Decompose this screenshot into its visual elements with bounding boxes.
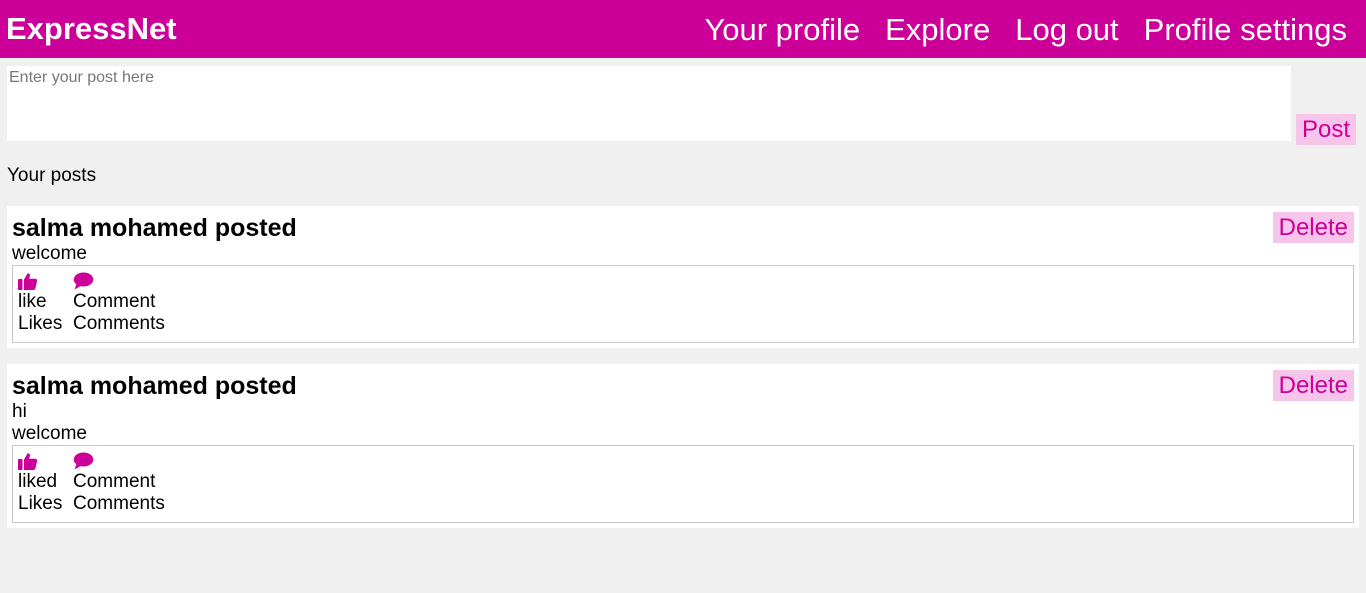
comment-action[interactable]: Comment Comments — [73, 452, 165, 515]
post-body: hi welcome — [12, 401, 87, 445]
post-card: salma mohamed posted Delete hi welcome l… — [7, 364, 1359, 528]
brand-logo-link[interactable]: ExpressNet — [6, 10, 177, 48]
comment-label: Comment — [73, 291, 156, 312]
post-button[interactable]: Post — [1296, 114, 1356, 145]
post-actions-box: liked Likes Comment Comments — [12, 445, 1354, 523]
post-text-line: welcome — [12, 243, 87, 264]
delete-post-button[interactable]: Delete — [1272, 370, 1354, 401]
nav-links: Your profile Explore Log out Profile settin… — [679, 10, 1347, 50]
your-posts-heading: Your posts — [7, 165, 97, 186]
likes-count-label[interactable]: Likes — [18, 493, 62, 515]
like-action[interactable]: liked Likes — [18, 452, 62, 515]
thumbs-up-icon[interactable] — [18, 272, 38, 291]
comments-count-label[interactable]: Comments — [73, 313, 165, 335]
comments-count-label[interactable]: Comments — [73, 493, 165, 515]
comment-icon[interactable] — [73, 272, 94, 291]
post-input[interactable] — [7, 66, 1291, 141]
thumbs-up-icon[interactable] — [18, 452, 38, 471]
nav-profile-settings-link[interactable]: Profile settings — [1144, 12, 1347, 47]
comment-label: Comment — [73, 471, 156, 492]
nav-your-profile-link[interactable]: Your profile — [704, 12, 860, 47]
post-text-line: welcome — [12, 423, 87, 444]
top-navbar: ExpressNet Your profile Explore Log out Pro… — [0, 0, 1366, 58]
likes-count-label[interactable]: Likes — [18, 313, 62, 335]
comment-action[interactable]: Comment Comments — [73, 272, 165, 335]
like-label: liked — [18, 471, 58, 492]
comment-icon[interactable] — [73, 452, 94, 471]
post-body: welcome — [12, 243, 87, 265]
post-author-line: salma mohamed posted — [12, 214, 297, 242]
nav-explore-link[interactable]: Explore — [885, 12, 990, 47]
post-author-line: salma mohamed posted — [12, 372, 297, 400]
like-label: like — [18, 291, 47, 312]
like-action[interactable]: like Likes — [18, 272, 62, 335]
post-text-line: hi — [12, 401, 27, 422]
post-card: salma mohamed posted Delete welcome like… — [7, 206, 1359, 348]
delete-post-button[interactable]: Delete — [1272, 212, 1354, 243]
post-actions-box: like Likes Comment Comments — [12, 265, 1354, 343]
nav-log-out-link[interactable]: Log out — [1015, 12, 1118, 47]
